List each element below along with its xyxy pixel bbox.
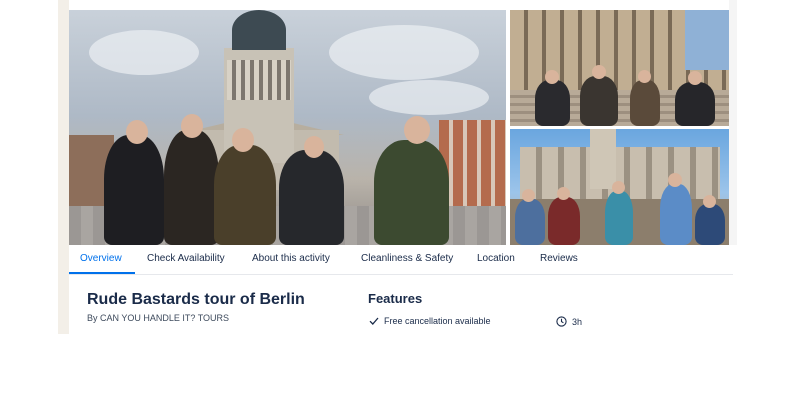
feature-free-cancellation: Free cancellation available [369, 316, 491, 326]
feature-label: Free cancellation available [384, 316, 491, 326]
section-tabs: Overview Check Availability About this a… [69, 246, 733, 275]
tab-cleanliness-safety[interactable]: Cleanliness & Safety [361, 253, 453, 264]
main-photo[interactable] [69, 10, 506, 245]
page-right-border [729, 0, 737, 245]
tab-about-this-activity[interactable]: About this activity [252, 253, 330, 264]
page-left-border [58, 0, 69, 334]
tour-title: Rude Bastards tour of Berlin [87, 291, 305, 308]
tour-operator[interactable]: By CAN YOU HANDLE IT? TOURS [87, 313, 229, 323]
bottom-right-photo[interactable] [510, 129, 729, 245]
tab-location[interactable]: Location [477, 253, 515, 264]
tab-check-availability[interactable]: Check Availability [147, 253, 225, 264]
photo-gallery [69, 10, 729, 245]
tab-overview[interactable]: Overview [80, 253, 122, 264]
top-right-photo[interactable] [510, 10, 729, 126]
checkmark-icon [369, 316, 379, 326]
features-heading: Features [368, 291, 423, 306]
feature-label: 3h [572, 316, 583, 327]
tab-reviews[interactable]: Reviews [540, 253, 578, 264]
feature-duration: 3h [556, 316, 582, 327]
active-tab-indicator [69, 272, 135, 274]
clock-icon [556, 316, 567, 327]
